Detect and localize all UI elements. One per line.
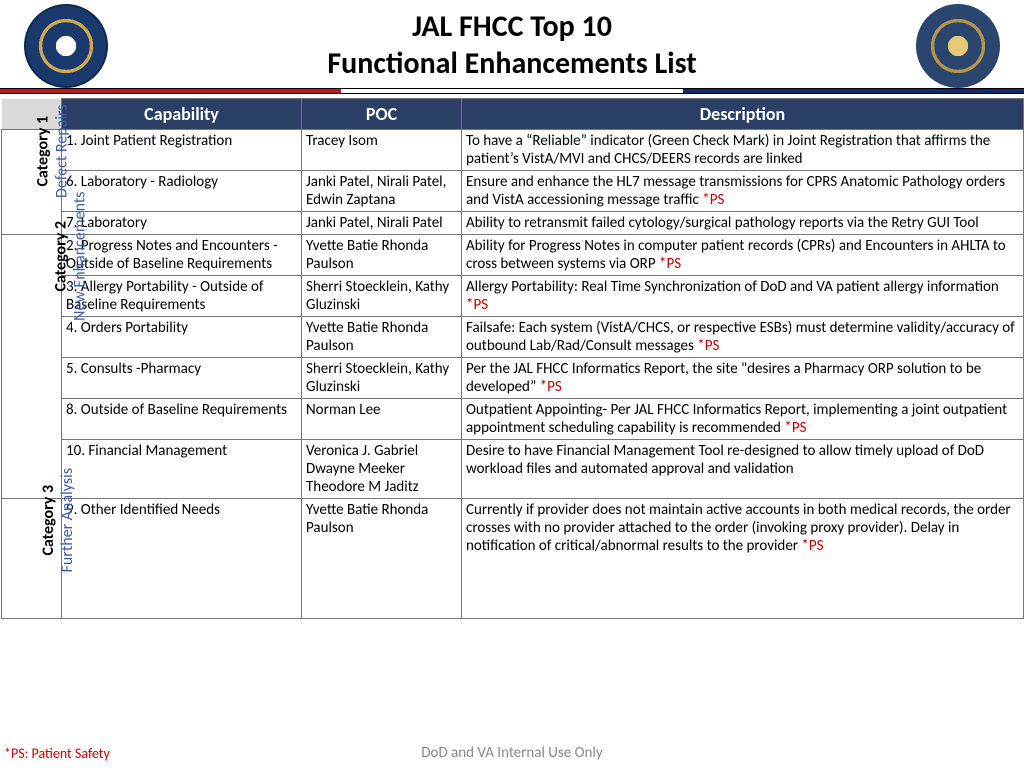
capability-cell: 10. Financial Management: [62, 440, 302, 499]
ps-marker: *PS: [784, 419, 806, 437]
ps-marker: *PS: [659, 255, 681, 273]
table-row: Category 2New Enhancements2. Progress No…: [2, 235, 1024, 276]
divider-bar: [0, 88, 1024, 94]
description-cell: To have a “Reliable” indicator (Green Ch…: [462, 130, 1024, 171]
dod-seal-icon: [24, 4, 108, 88]
poc-cell: Sherri Stoecklein, Kathy Gluzinski: [302, 358, 462, 399]
capability-cell: 7. Laboratory: [62, 212, 302, 235]
poc-cell: Sherri Stoecklein, Kathy Gluzinski: [302, 276, 462, 317]
capability-cell: 4. Orders Portability: [62, 317, 302, 358]
col-capability: Capability: [62, 99, 302, 130]
poc-cell: Yvette Batie Rhonda Paulson: [302, 499, 462, 619]
description-cell: Ability for Progress Notes in computer p…: [462, 235, 1024, 276]
page-title-1: JAL FHCC Top 10: [0, 8, 1024, 45]
description-cell: Desire to have Financial Management Tool…: [462, 440, 1024, 499]
ps-marker: *PS: [702, 191, 724, 209]
capability-cell: 5. Consults -Pharmacy: [62, 358, 302, 399]
capability-cell: 8. Outside of Baseline Requirements: [62, 399, 302, 440]
description-cell: Allergy Portability: Real Time Synchroni…: [462, 276, 1024, 317]
capability-cell: 6. Laboratory - Radiology: [62, 171, 302, 212]
header: JAL FHCC Top 10 Functional Enhancements …: [0, 0, 1024, 86]
table-row: Category 1Defect Repairs1. Joint Patient…: [2, 130, 1024, 171]
ps-marker: *PS: [466, 296, 488, 314]
description-cell: Outpatient Appointing- Per JAL FHCC Info…: [462, 399, 1024, 440]
description-cell: Ensure and enhance the HL7 message trans…: [462, 171, 1024, 212]
description-cell: Ability to retransmit failed cytology/su…: [462, 212, 1024, 235]
poc-cell: Janki Patel, Nirali Patel: [302, 212, 462, 235]
col-poc: POC: [302, 99, 462, 130]
ps-marker: *PS: [697, 337, 719, 355]
table-row: 10. Financial ManagementVeronica J. Gabr…: [2, 440, 1024, 499]
page-title-2: Functional Enhancements List: [0, 45, 1024, 82]
poc-cell: Janki Patel, Nirali Patel, Edwin Zaptana: [302, 171, 462, 212]
category-cell: Category 3Further Analysis: [2, 499, 62, 619]
va-seal-icon: [916, 4, 1000, 88]
table-row: 5. Consults -PharmacySherri Stoecklein, …: [2, 358, 1024, 399]
poc-cell: Tracey Isom: [302, 130, 462, 171]
poc-cell: Yvette Batie Rhonda Paulson: [302, 235, 462, 276]
capability-cell: 1. Joint Patient Registration: [62, 130, 302, 171]
col-description: Description: [462, 99, 1024, 130]
capability-cell: 9. Other Identified Needs: [62, 499, 302, 619]
poc-cell: Veronica J. Gabriel Dwayne Meeker Theodo…: [302, 440, 462, 499]
table-row: 6. Laboratory - RadiologyJanki Patel, Ni…: [2, 171, 1024, 212]
table-row: 3. Allergy Portability - Outside of Base…: [2, 276, 1024, 317]
description-cell: Per the JAL FHCC Informatics Report, the…: [462, 358, 1024, 399]
enhancements-table: Capability POC Description Category 1Def…: [1, 98, 1024, 619]
table-row: 8. Outside of Baseline RequirementsNorma…: [2, 399, 1024, 440]
table-row: 4. Orders PortabilityYvette Batie Rhonda…: [2, 317, 1024, 358]
footer-legend: *PS: Patient Safety: [4, 745, 110, 762]
footer-center: DoD and VA Internal Use Only: [0, 744, 1024, 762]
description-cell: Currently if provider does not maintain …: [462, 499, 1024, 619]
ps-marker: *PS: [540, 378, 562, 396]
table-header-row: Capability POC Description: [2, 99, 1024, 130]
capability-cell: 3. Allergy Portability - Outside of Base…: [62, 276, 302, 317]
category-cell: Category 2New Enhancements: [2, 235, 62, 499]
capability-cell: 2. Progress Notes and Encounters - Outsi…: [62, 235, 302, 276]
poc-cell: Yvette Batie Rhonda Paulson: [302, 317, 462, 358]
table-row: 7. LaboratoryJanki Patel, Nirali PatelAb…: [2, 212, 1024, 235]
poc-cell: Norman Lee: [302, 399, 462, 440]
table-row: Category 3Further Analysis9. Other Ident…: [2, 499, 1024, 619]
description-cell: Failsafe: Each system (VistA/CHCS, or re…: [462, 317, 1024, 358]
ps-marker: *PS: [801, 537, 823, 555]
